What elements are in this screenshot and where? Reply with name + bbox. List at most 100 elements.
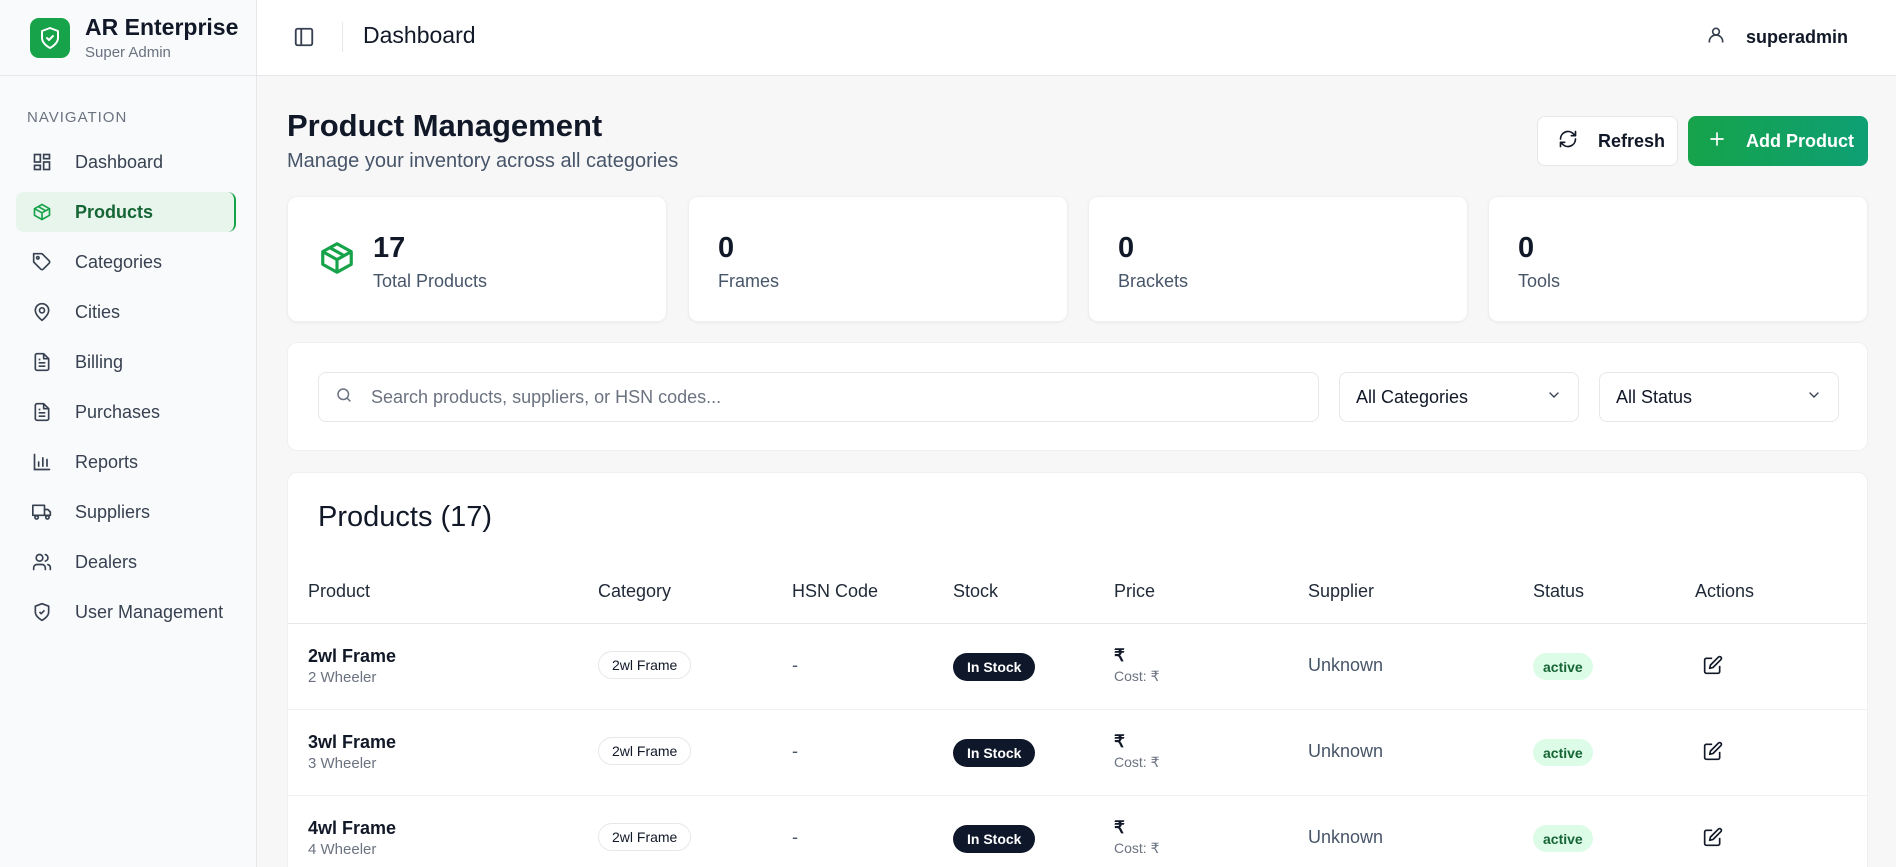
refresh-icon bbox=[1558, 129, 1578, 154]
sidebar-item-dealers[interactable]: Dealers bbox=[16, 542, 236, 582]
file-text-icon bbox=[32, 352, 52, 372]
sidebar-item-suppliers[interactable]: Suppliers bbox=[16, 492, 236, 532]
status-badge: active bbox=[1533, 739, 1593, 766]
status-badge: active bbox=[1533, 653, 1593, 680]
search-input[interactable]: Search products, suppliers, or HSN codes… bbox=[318, 372, 1319, 422]
hsn-code: - bbox=[792, 741, 798, 761]
product-subtitle: 3 Wheeler bbox=[308, 755, 377, 772]
sidebar-nav: Dashboard Products Categories Cities Bil… bbox=[16, 142, 236, 642]
cost: Cost: ₹ bbox=[1114, 668, 1160, 684]
package-icon bbox=[32, 202, 52, 222]
user-menu[interactable]: superadmin bbox=[1706, 25, 1848, 50]
category-badge: 2wl Frame bbox=[598, 737, 692, 765]
hsn-code: - bbox=[792, 655, 798, 675]
sidebar-item-products[interactable]: Products bbox=[16, 192, 236, 232]
category-select-value: All Categories bbox=[1356, 386, 1469, 407]
sidebar-item-label: Categories bbox=[75, 251, 163, 272]
stock-badge: In Stock bbox=[953, 653, 1036, 681]
status-select[interactable]: All Status bbox=[1599, 372, 1839, 422]
stat-card-tools: 0 Tools bbox=[1488, 196, 1868, 322]
stat-value: 0 bbox=[718, 232, 735, 264]
add-product-label: Add Product bbox=[1746, 130, 1854, 151]
column-header-price: Price bbox=[1114, 581, 1156, 601]
brand: AR Enterprise Super Admin bbox=[0, 0, 256, 76]
users-icon bbox=[32, 552, 52, 572]
stat-value: 0 bbox=[1118, 232, 1135, 264]
stat-label: Tools bbox=[1518, 271, 1561, 291]
sidebar-toggle-icon[interactable] bbox=[293, 26, 315, 48]
filter-card: Search products, suppliers, or HSN codes… bbox=[287, 342, 1868, 451]
stat-value: 17 bbox=[373, 232, 406, 264]
cost: Cost: ₹ bbox=[1114, 840, 1160, 856]
column-header-status: Status bbox=[1533, 581, 1585, 601]
stat-card-frames: 0 Frames bbox=[688, 196, 1068, 322]
add-product-button[interactable]: Add Product bbox=[1688, 116, 1868, 166]
supplier: Unknown bbox=[1308, 655, 1384, 675]
category-select[interactable]: All Categories bbox=[1339, 372, 1579, 422]
sidebar-item-billing[interactable]: Billing bbox=[16, 342, 236, 382]
product-subtitle: 2 Wheeler bbox=[308, 669, 377, 686]
topbar: Dashboard superadmin bbox=[257, 0, 1896, 76]
status-select-value: All Status bbox=[1616, 386, 1693, 407]
product-subtitle: 4 Wheeler bbox=[308, 841, 377, 858]
user-name: superadmin bbox=[1745, 27, 1848, 47]
sidebar-item-cities[interactable]: Cities bbox=[16, 292, 236, 332]
product-name: 2wl Frame bbox=[308, 646, 397, 666]
column-header-hsn: HSN Code bbox=[792, 581, 879, 601]
page-title: Product Management bbox=[287, 108, 603, 143]
chevron-down-icon bbox=[1546, 387, 1562, 408]
table-row: 4wl Frame 4 Wheeler 2wl Frame - In Stock… bbox=[288, 796, 1867, 867]
sidebar-item-dashboard[interactable]: Dashboard bbox=[16, 142, 236, 182]
stat-label: Frames bbox=[718, 271, 780, 291]
column-header-category: Category bbox=[598, 581, 672, 601]
file-text-icon bbox=[32, 402, 52, 422]
search-icon bbox=[335, 386, 353, 409]
supplier: Unknown bbox=[1308, 741, 1384, 761]
stat-value: 0 bbox=[1518, 232, 1535, 264]
sidebar-item-label: Reports bbox=[75, 451, 139, 472]
products-table-card: Products (17) Product Category HSN Code … bbox=[287, 472, 1868, 867]
sidebar-item-purchases[interactable]: Purchases bbox=[16, 392, 236, 432]
search-placeholder: Search products, suppliers, or HSN codes… bbox=[371, 386, 722, 407]
sidebar-item-label: Purchases bbox=[75, 401, 161, 422]
supplier: Unknown bbox=[1308, 827, 1384, 847]
bar-chart-icon bbox=[32, 452, 52, 472]
stat-label: Total Products bbox=[373, 271, 488, 291]
status-badge: active bbox=[1533, 825, 1593, 852]
cost: Cost: ₹ bbox=[1114, 754, 1160, 770]
refresh-label: Refresh bbox=[1598, 130, 1666, 151]
price: ₹ bbox=[1114, 646, 1125, 665]
column-header-actions: Actions bbox=[1695, 581, 1755, 601]
product-name: 3wl Frame bbox=[308, 732, 397, 752]
sidebar-item-user-management[interactable]: User Management bbox=[16, 592, 236, 632]
table-row: 2wl Frame 2 Wheeler 2wl Frame - In Stock… bbox=[288, 624, 1867, 710]
edit-icon[interactable] bbox=[1703, 655, 1723, 680]
sidebar-item-reports[interactable]: Reports bbox=[16, 442, 236, 482]
shield-logo-icon bbox=[30, 17, 70, 58]
sidebar-item-label: Dealers bbox=[75, 551, 138, 572]
edit-icon[interactable] bbox=[1703, 741, 1723, 766]
refresh-button[interactable]: Refresh bbox=[1537, 116, 1678, 166]
stock-badge: In Stock bbox=[953, 825, 1036, 853]
brand-name: AR Enterprise bbox=[85, 13, 239, 40]
user-icon bbox=[1706, 25, 1726, 50]
chevron-down-icon bbox=[1806, 387, 1822, 408]
product-name: 4wl Frame bbox=[308, 818, 397, 838]
shield-check-icon bbox=[32, 602, 52, 622]
sidebar-item-label: Products bbox=[75, 201, 154, 222]
sidebar-item-categories[interactable]: Categories bbox=[16, 242, 236, 282]
sidebar-item-label: Cities bbox=[75, 301, 121, 322]
category-badge: 2wl Frame bbox=[598, 823, 692, 851]
column-header-supplier: Supplier bbox=[1308, 581, 1375, 601]
sidebar-item-label: User Management bbox=[75, 601, 224, 622]
table-row: 3wl Frame 3 Wheeler 2wl Frame - In Stock… bbox=[288, 710, 1867, 796]
edit-icon[interactable] bbox=[1703, 827, 1723, 852]
stat-card-brackets: 0 Brackets bbox=[1088, 196, 1468, 322]
plus-icon bbox=[1708, 130, 1726, 153]
hsn-code: - bbox=[792, 827, 798, 847]
sidebar: AR Enterprise Super Admin NAVIGATION Das… bbox=[0, 0, 257, 867]
column-header-product: Product bbox=[308, 581, 371, 601]
tag-icon bbox=[32, 252, 52, 272]
nav-heading: NAVIGATION bbox=[27, 109, 128, 126]
brand-role: Super Admin bbox=[85, 43, 171, 61]
